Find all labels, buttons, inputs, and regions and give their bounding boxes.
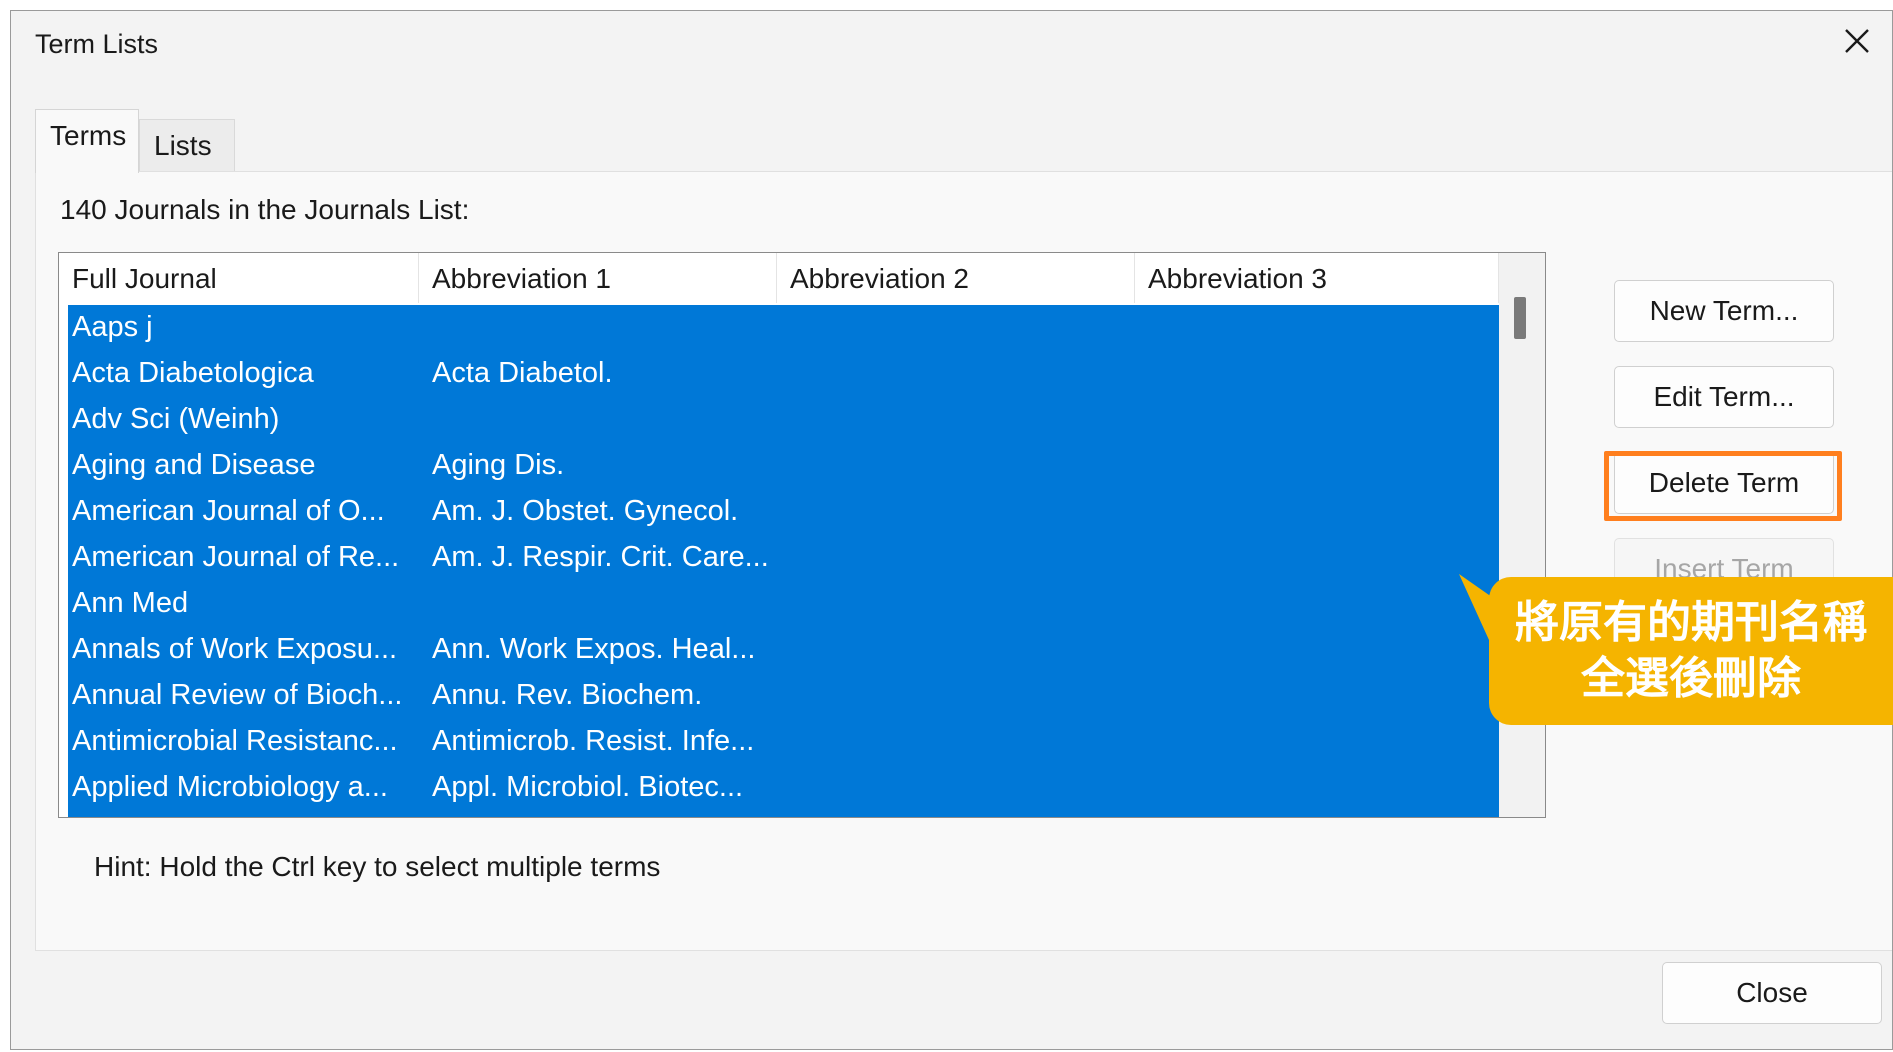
list-cell: Antimicrob. Resist. Infe...	[432, 725, 755, 757]
list-cell	[1148, 351, 1499, 397]
annotation-callout: 將原有的期刊名稱 全選後刪除	[1489, 577, 1893, 725]
list-cell: Appl. Microbiol. Biotec...	[432, 771, 744, 803]
list-cell: American Journal of Re...	[72, 541, 400, 573]
close-button[interactable]: Close	[1662, 962, 1882, 1024]
close-button-label: Close	[1736, 977, 1808, 1008]
hint-text: Hint: Hold the Ctrl key to select multip…	[94, 851, 661, 882]
list-cell	[788, 673, 1148, 719]
new-term-button[interactable]: New Term...	[1614, 280, 1834, 342]
column-header-abbreviation-3[interactable]: Abbreviation 3	[1135, 253, 1499, 303]
list-cell	[1148, 673, 1499, 719]
window-title: Term Lists	[35, 29, 159, 59]
list-cell: Acta Diabetologica	[72, 357, 314, 389]
list-row[interactable]: American Journal of Re... Am. J. Respir. …	[68, 535, 1499, 581]
edit-term-label: Edit Term...	[1653, 381, 1795, 412]
annotation-line-1: 將原有的期刊名稱	[1515, 597, 1867, 648]
list-cell	[1148, 443, 1499, 489]
close-icon	[1845, 29, 1869, 53]
list-cell: Am. J. Respir. Crit. Care...	[432, 541, 769, 573]
list-cell	[1148, 765, 1499, 811]
tab-lists[interactable]: Lists	[139, 119, 235, 171]
list-cell: Applied Microbiology a...	[72, 771, 388, 803]
column-header-full-journal[interactable]: Full Journal	[59, 253, 419, 303]
window-close-button[interactable]	[1822, 11, 1892, 71]
list-row[interactable]: Annual Review of Bioch... Annu. Rev. Bioc…	[68, 673, 1499, 719]
list-cell	[788, 581, 1148, 627]
list-cell	[788, 443, 1148, 489]
column-header-abbreviation-1[interactable]: Abbreviation 1	[419, 253, 777, 303]
list-cell: Annu. Rev. Biochem.	[432, 679, 703, 711]
list-cell: Aaps j	[72, 311, 153, 343]
list-row[interactable]: Aaps j	[68, 305, 1499, 351]
list-row[interactable]: Antimicrobial Resistanc... Antimicrob. Re…	[68, 719, 1499, 765]
list-cell	[1148, 535, 1499, 581]
list-cell: Ann Med	[72, 587, 189, 619]
list-cell	[1148, 397, 1499, 443]
column-header-abbreviation-2[interactable]: Abbreviation 2	[777, 253, 1135, 303]
journal-list[interactable]: Full Journal Abbreviation 1 Abbreviation…	[58, 252, 1546, 818]
list-row[interactable]: Aging and Disease Aging Dis.	[68, 443, 1499, 489]
list-cell	[788, 489, 1148, 535]
list-cell	[1148, 489, 1499, 535]
journal-count-label: 140 Journals in the Journals List:	[60, 194, 470, 225]
list-cell	[1148, 719, 1499, 765]
list-cell: Am. J. Obstet. Gynecol.	[432, 495, 739, 527]
title-bar: Term Lists	[11, 11, 1892, 71]
list-cell: Aging Dis.	[432, 449, 565, 481]
list-cell	[788, 765, 1148, 811]
list-row[interactable]: American Journal of O... Am. J. Obstet. G…	[68, 489, 1499, 535]
list-cell: American Journal of O...	[72, 495, 385, 527]
list-cell	[428, 581, 788, 627]
list-cell: Annals of Work Exposu...	[72, 633, 398, 665]
list-cell	[788, 397, 1148, 443]
list-cell	[1148, 581, 1499, 627]
list-cell	[788, 627, 1148, 673]
list-cell	[788, 305, 1148, 351]
tab-terms[interactable]: Terms	[35, 109, 139, 173]
list-cell	[428, 397, 788, 443]
vertical-scrollbar[interactable]	[1499, 253, 1545, 817]
list-cell: Aging and Disease	[72, 449, 316, 481]
list-cell: Annual Review of Bioch...	[72, 679, 403, 711]
list-cell: Adv Sci (Weinh)	[72, 403, 280, 435]
annotation-line-2: 全選後刪除	[1581, 653, 1801, 704]
list-rows: Aaps j Acta Diabetologica Acta Diabetol. Ad…	[68, 305, 1499, 817]
list-cell	[788, 351, 1148, 397]
list-cell: Ann. Work Expos. Heal...	[432, 633, 756, 665]
list-cell	[1148, 305, 1499, 351]
scrollbar-thumb[interactable]	[1514, 297, 1526, 339]
list-row[interactable]: Applied Microbiology a... Appl. Microbiol…	[68, 765, 1499, 811]
list-cell	[428, 305, 788, 351]
list-header: Full Journal Abbreviation 1 Abbreviation…	[59, 253, 1499, 303]
list-cell: Antimicrobial Resistanc...	[72, 725, 398, 757]
list-cell	[788, 719, 1148, 765]
list-row[interactable]: Ann Med	[68, 581, 1499, 627]
list-row[interactable]: Adv Sci (Weinh)	[68, 397, 1499, 443]
list-row[interactable]: Acta Diabetologica Acta Diabetol.	[68, 351, 1499, 397]
list-cell	[788, 535, 1148, 581]
new-term-label: New Term...	[1649, 295, 1799, 326]
delete-term-highlight	[1604, 451, 1842, 521]
edit-term-button[interactable]: Edit Term...	[1614, 366, 1834, 428]
list-row[interactable]: Annals of Work Exposu... Ann. Work Expos.…	[68, 627, 1499, 673]
list-cell: Acta Diabetol.	[432, 357, 613, 389]
list-cell	[1148, 627, 1499, 673]
